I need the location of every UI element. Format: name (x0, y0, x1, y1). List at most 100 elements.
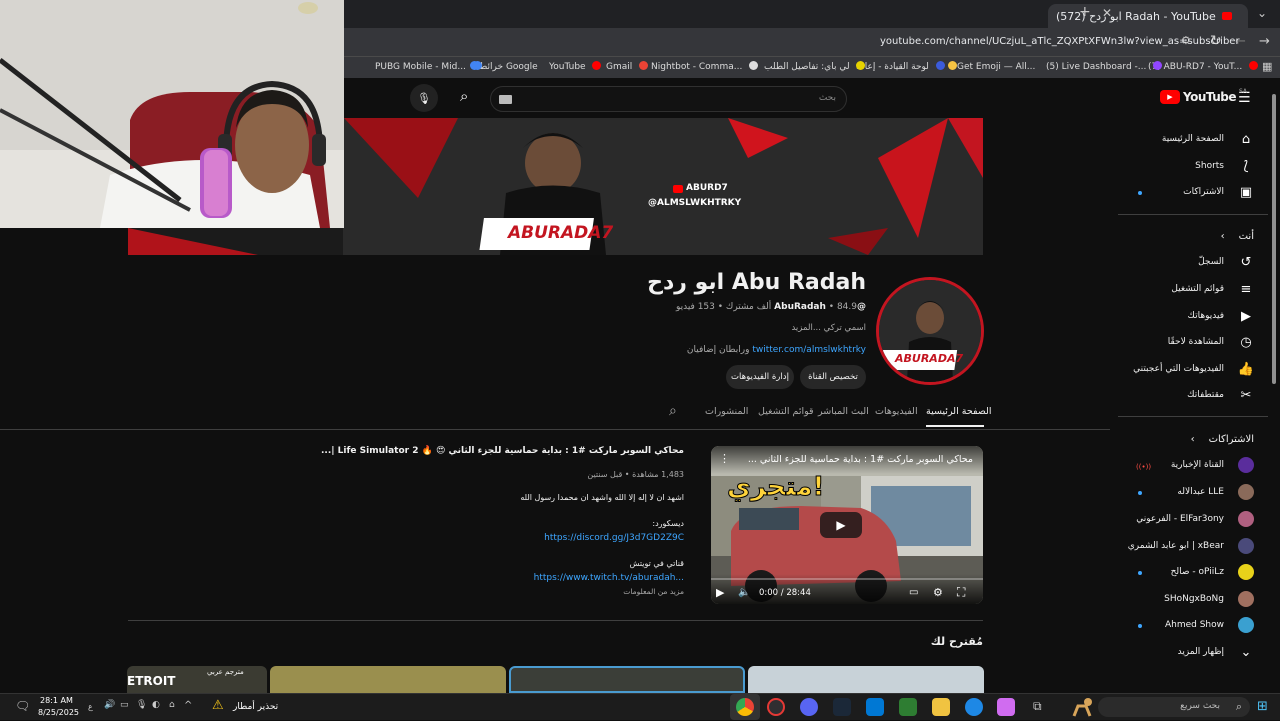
tab-videos[interactable]: الفيديوهات (875, 406, 918, 417)
outlook-icon[interactable] (866, 698, 884, 716)
sidebar-item-liked[interactable]: 👍 الفيديوهات التي أعجبتني (1133, 358, 1254, 380)
sidebar-you-heading[interactable]: أنت › (1221, 225, 1254, 247)
sidebar-item-your-videos[interactable]: ▶ فيديوهاتك (1188, 305, 1254, 327)
sidebar-sub-channel[interactable]: LLE عبدالاله (1177, 481, 1254, 503)
history-icon: ↺ (1240, 254, 1252, 270)
all-bookmarks-icon[interactable]: ▦ (1262, 60, 1272, 73)
volume-icon[interactable]: 🔈 (738, 587, 750, 598)
language-indicator[interactable]: ع (88, 702, 93, 711)
bookmark[interactable]: YouTube (549, 61, 602, 72)
sidebar-scrollbar[interactable] (1270, 82, 1278, 692)
obs-icon[interactable] (767, 698, 785, 716)
task-view-icon[interactable]: ⧉ (1033, 699, 1042, 714)
volume-tray-icon[interactable]: 🔊 (104, 700, 115, 710)
sidebar-sub-channel[interactable]: Ahmed Show (1165, 614, 1254, 636)
new-tab-icon[interactable]: + (1079, 4, 1091, 20)
suggested-thumbnail[interactable] (270, 666, 506, 693)
app-icon[interactable] (899, 698, 917, 716)
weather-text[interactable]: تحذير أمطار (233, 702, 278, 712)
twitch-link[interactable]: https://www.twitch.tv/aburadah... (534, 573, 684, 583)
channel-about[interactable]: اسمي تركي ...المزيد (791, 323, 866, 333)
channel-search-icon[interactable]: ⌕ (669, 403, 677, 419)
discord-link[interactable]: https://discord.gg/J3d7GD2Z9C (544, 533, 684, 543)
bookmark[interactable]: لوحة القيادة - إعادة (856, 61, 945, 72)
bookmark[interactable]: Gmail (606, 61, 649, 72)
search-highlight-icon[interactable] (1068, 694, 1098, 721)
tab-posts[interactable]: المنشورات (705, 406, 748, 417)
subtitles-icon[interactable]: ▭ (909, 587, 918, 598)
bookmark[interactable]: Get Emoji — All... (944, 61, 1035, 72)
battery-icon[interactable]: ▭ (120, 700, 129, 710)
tab-live[interactable]: البث المباشر (818, 406, 869, 417)
channel-avatar[interactable]: ABURADA7 (876, 277, 984, 385)
close-tab-icon[interactable]: ✕ (1102, 6, 1112, 20)
steam-icon[interactable] (833, 698, 851, 716)
tray-app-icon[interactable]: ⌂ (169, 700, 175, 710)
suggested-thumbnail[interactable] (748, 666, 984, 693)
sidebar-item-watch-later[interactable]: ◷ المشاهدة لاحقًا (1168, 331, 1254, 353)
sidebar-sub-channel[interactable]: xBear | ابو عابد الشمري (1128, 535, 1254, 557)
play-overlay-icon[interactable]: ▶ (820, 512, 862, 538)
bookmark[interactable]: (5) Live Dashboard -... (1046, 61, 1163, 72)
sidebar-item-playlists[interactable]: ≡ قوائم التشغيل (1171, 278, 1254, 300)
sidebar-item-clips[interactable]: ✂ مقتطفاتك (1187, 384, 1254, 406)
keyboard-icon[interactable] (499, 95, 512, 104)
bookmark[interactable]: (7) ABU-RD7 - YouT... (1148, 61, 1259, 72)
clock-time[interactable]: 28:1 AM (40, 696, 73, 705)
sidebar-sub-channel[interactable]: القناة الإخبارية (1171, 454, 1254, 476)
tab-home[interactable]: الصفحة الرئيسية (926, 406, 992, 417)
tab-list-icon[interactable]: ⌄ (1257, 6, 1267, 20)
sidebar-sub-channel[interactable]: ElFar3ony - الفرعوني (1136, 508, 1254, 530)
chrome-active-tab[interactable] (730, 694, 760, 720)
bookmark[interactable]: PUBG Mobile - Mid... (375, 61, 482, 72)
sidebar-subs-heading[interactable]: الاشتراكات › (1191, 428, 1254, 450)
sidebar-item-shorts[interactable]: ⟆ Shorts (1195, 155, 1254, 177)
search-input[interactable]: بحث (490, 86, 847, 112)
fullscreen-icon[interactable]: ⛶ (957, 585, 965, 600)
player-title[interactable]: محاكي السوبر ماركت #1 : بداية حماسية للج… (748, 454, 973, 465)
manage-videos-button[interactable]: إدارة الفيديوهات (726, 365, 794, 389)
more-info-link[interactable]: مزيد من المعلومات (623, 587, 684, 596)
copilot-icon[interactable] (997, 698, 1015, 716)
youtube-logo[interactable]: ▶ YouTube SA (1160, 88, 1247, 104)
live-icon: ((•)) (1136, 463, 1152, 471)
back-icon[interactable]: → (1259, 34, 1270, 49)
more-options-icon[interactable]: ⋮ (719, 452, 730, 465)
channel-link-extra[interactable]: ورابطان إضافيان (687, 345, 750, 355)
notifications-icon[interactable]: 🗨 (15, 699, 30, 713)
url-field[interactable]: youtube.com/channel/UCzjuL_aTlc_ZQXPtXFW… (880, 36, 1240, 47)
scrollbar-thumb[interactable] (1272, 94, 1276, 384)
suggested-thumbnail[interactable] (509, 666, 745, 693)
featured-title[interactable]: محاكي السوبر ماركت #1 : بداية حماسية للج… (321, 446, 684, 456)
browser-tab[interactable]: (572) ابو ردح Radah - YouTube (1048, 4, 1248, 28)
sidebar-item-history[interactable]: ↺ السجلّ (1198, 251, 1254, 273)
tray-chevron-icon[interactable]: ^ (184, 700, 192, 711)
microphone-tray-icon[interactable]: 🎙 (136, 700, 147, 710)
search-icon[interactable]: ⌕ (460, 87, 468, 105)
bookmark[interactable]: Nightbot - Comma... (651, 61, 759, 72)
settings-icon[interactable]: ⚙ (933, 586, 943, 599)
sidebar-show-more[interactable]: ⌄ إظهار المزيد (1178, 641, 1254, 663)
sidebar-sub-channel[interactable]: oPiiLz - صالح (1171, 561, 1254, 583)
bookmark[interactable]: لي باي: تفاصيل الطلب (764, 61, 866, 72)
channel-link[interactable]: twitter.com/almslwkhtrky (752, 345, 866, 355)
tab-playlists[interactable]: قوائم التشغيل (758, 406, 814, 417)
sidebar-sub-channel[interactable]: SHoNgxBoNg (1164, 588, 1254, 610)
customize-channel-button[interactable]: تخصيص القناة (800, 365, 866, 389)
suggested-thumbnail[interactable]: ETROIT مترجم عربي (127, 666, 267, 693)
taskbar-search[interactable]: ⌕ بحث سريع (1098, 697, 1250, 717)
file-explorer-icon[interactable] (932, 698, 950, 716)
microphone-icon[interactable]: 🎙 (410, 84, 438, 112)
play-icon[interactable]: ▶ (716, 586, 724, 599)
tray-app-icon[interactable]: ◐ (152, 700, 160, 710)
sidebar-item-subscriptions[interactable]: ▣ الاشتراكات (1183, 181, 1254, 203)
weather-warning-icon[interactable]: ⚠ (212, 698, 224, 713)
edge-icon[interactable] (965, 698, 983, 716)
new-content-dot (1138, 191, 1142, 195)
featured-video-player[interactable]: محاكي السوبر ماركت #1 : بداية حماسية للج… (711, 446, 983, 604)
start-icon[interactable]: ⊞ (1257, 699, 1268, 714)
clock-date[interactable]: 8/25/2025 (38, 708, 79, 717)
progress-bar[interactable] (711, 578, 983, 580)
discord-icon[interactable] (800, 698, 818, 716)
sidebar-item-home[interactable]: ⌂ الصفحة الرئيسية (1162, 128, 1254, 150)
